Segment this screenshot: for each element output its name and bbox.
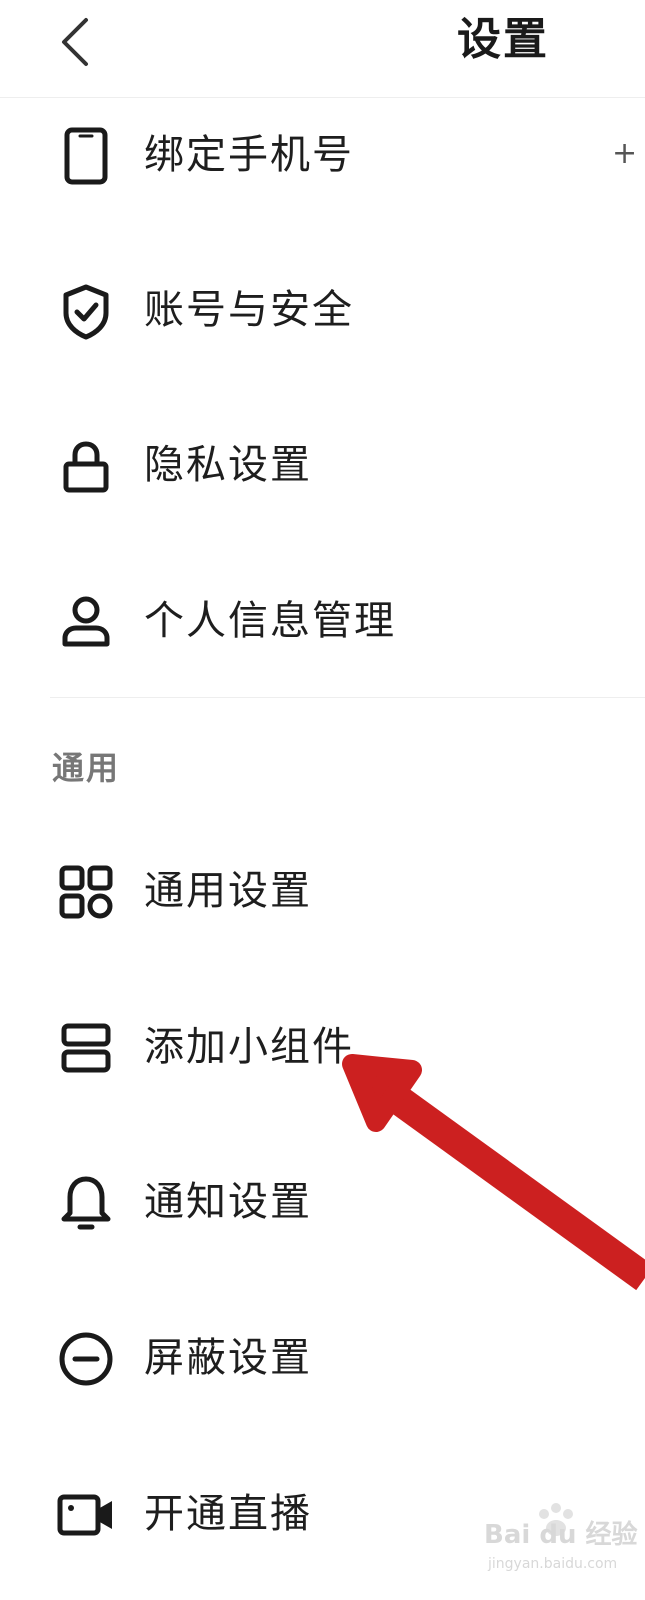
trailing-plus: + [612,136,638,171]
shield-check-icon [63,284,109,340]
block-icon [59,1332,113,1386]
settings-item-add-widget[interactable]: 添加小组件 [0,982,645,1112]
settings-item-notifications[interactable]: 通知设置 [0,1137,645,1267]
back-button[interactable] [54,14,102,70]
page-title: 设置 [457,14,549,65]
settings-item-label: 屏蔽设置 [144,1335,312,1381]
watermark-text: Bai du 经验 [484,1520,638,1550]
section-title-general: 通用 [52,749,121,787]
settings-item-label: 个人信息管理 [144,598,396,644]
settings-item-label: 账号与安全 [144,287,354,333]
settings-item-label: 添加小组件 [144,1024,354,1070]
bell-icon [61,1176,111,1230]
chevron-left-icon [62,18,88,66]
settings-item-privacy[interactable]: 隐私设置 [0,400,645,530]
grid-icon [59,865,113,919]
settings-item-account-security[interactable]: 账号与安全 [0,245,645,375]
baidu-watermark: Bai du 经验 jingyan.baidu.com [482,1500,638,1584]
settings-item-bind-phone[interactable]: 绑定手机号 + [0,90,645,220]
person-icon [62,596,110,647]
settings-item-personal-info[interactable]: 个人信息管理 [0,556,645,686]
section-divider [50,697,645,698]
lock-icon [63,441,109,493]
video-camera-icon [57,1494,112,1536]
settings-item-general[interactable]: 通用设置 [0,826,645,956]
header-bar: 设置 [0,0,645,98]
settings-item-label: 隐私设置 [144,442,312,488]
phone-icon [64,127,108,185]
settings-item-label: 通用设置 [144,868,312,914]
settings-item-block[interactable]: 屏蔽设置 [0,1293,645,1423]
widget-icon [61,1023,111,1073]
settings-item-label: 通知设置 [144,1179,312,1225]
watermark-subtext: jingyan.baidu.com [488,1556,618,1572]
settings-item-label: 绑定手机号 [144,132,354,178]
settings-item-label: 开通直播 [144,1491,312,1537]
